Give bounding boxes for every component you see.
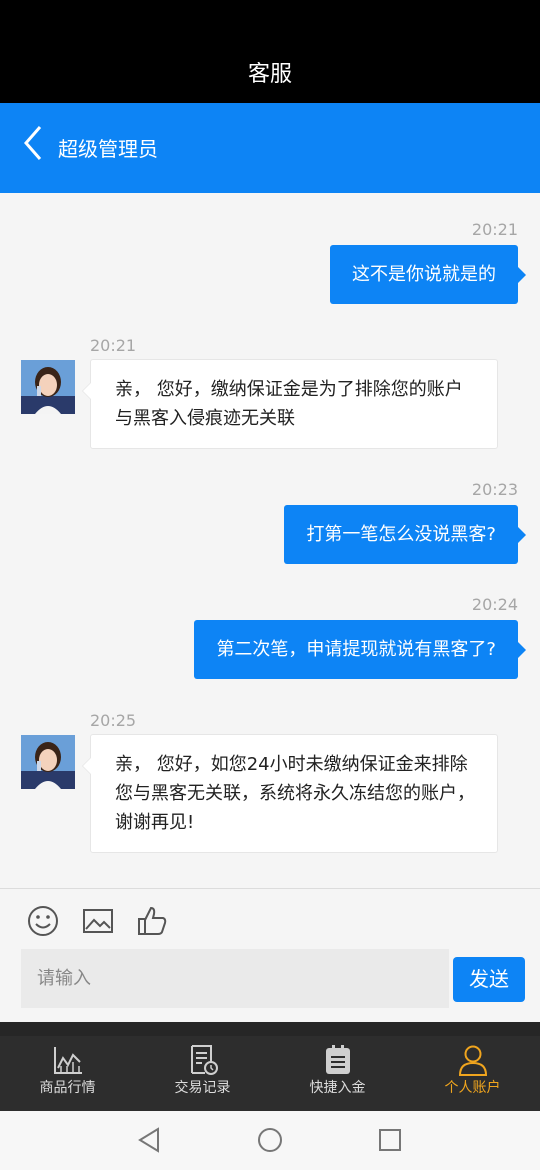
message-time: 20:24 — [471, 595, 518, 614]
chat-partner-name: 超级管理员 — [58, 137, 158, 161]
bottom-tab-bar: 商品行情 交易记录 快捷入金 个人账户 — [0, 1022, 540, 1111]
tab-label: 快捷入金 — [309, 1080, 366, 1096]
agent-avatar[interactable] — [21, 360, 75, 414]
message-bubble[interactable]: 第二次笔，申请提现就说有黑客了? — [194, 620, 526, 679]
tab-label: 商品行情 — [39, 1080, 96, 1096]
record-icon — [190, 1045, 218, 1075]
chevron-left-icon[interactable] — [20, 123, 50, 163]
top-bar: 客服 — [0, 0, 540, 103]
tab-market[interactable]: 商品行情 — [0, 1036, 135, 1111]
composer: 发送 — [0, 889, 540, 1022]
tab-account[interactable]: 个人账户 — [405, 1036, 540, 1111]
back-triangle-icon[interactable] — [137, 1127, 163, 1153]
message-bubble[interactable]: 这不是你说就是的 — [330, 245, 526, 304]
message-time: 20:21 — [471, 220, 518, 239]
message-bubble[interactable]: 亲， 您好，如您24小时未缴纳保证金来排除您与黑客无关联，系统将永久冻结您的账户… — [82, 734, 498, 853]
send-button[interactable]: 发送 — [453, 957, 525, 1002]
chart-icon — [53, 1047, 82, 1074]
app-title: 客服 — [247, 62, 292, 87]
user-icon — [458, 1045, 487, 1076]
tab-label: 个人账户 — [444, 1080, 501, 1096]
recents-square-icon[interactable] — [377, 1127, 403, 1153]
message-time: 20:23 — [471, 480, 518, 499]
message-input[interactable] — [21, 949, 449, 1008]
thumbs-up-icon[interactable] — [135, 904, 169, 938]
smile-icon[interactable] — [26, 904, 60, 938]
tab-records[interactable]: 交易记录 — [135, 1036, 270, 1111]
agent-avatar[interactable] — [21, 735, 75, 789]
tab-deposit[interactable]: 快捷入金 — [270, 1036, 405, 1111]
message-time: 20:21 — [90, 336, 137, 355]
tab-label: 交易记录 — [174, 1080, 231, 1096]
message-time: 20:25 — [90, 711, 137, 730]
home-circle-icon[interactable] — [257, 1127, 283, 1153]
nav-bar: 超级管理员 — [0, 103, 540, 193]
chat-area[interactable]: 20:21 这不是你说就是的 20:21 亲， 您好，缴纳保证金是为了排除您的账… — [0, 193, 540, 888]
message-bubble[interactable]: 打第一笔怎么没说黑客? — [284, 505, 526, 564]
message-bubble[interactable]: 亲， 您好，缴纳保证金是为了排除您的账户与黑客入侵痕迹无关联 — [82, 359, 498, 449]
image-icon[interactable] — [81, 904, 115, 938]
system-nav-bar — [0, 1111, 540, 1170]
clipboard-icon — [325, 1045, 350, 1074]
